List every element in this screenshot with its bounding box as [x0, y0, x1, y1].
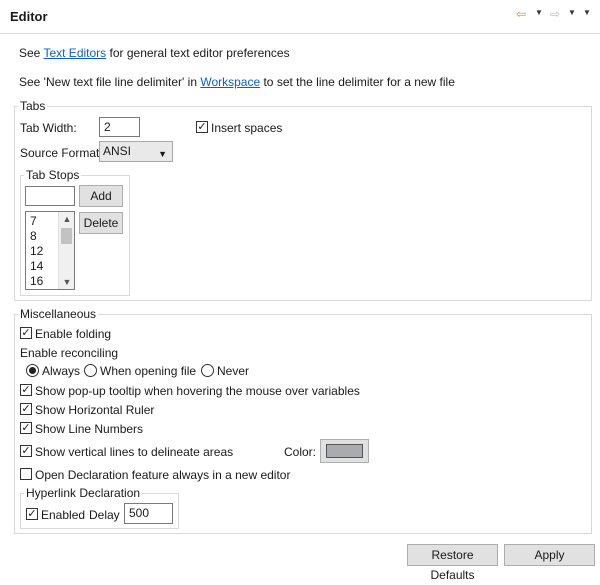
- hyperlink-enabled-label: Enabled: [41, 508, 86, 522]
- view-menu-icon[interactable]: ▼: [583, 8, 591, 17]
- add-tab-stop-button[interactable]: Add: [79, 185, 123, 207]
- reconcile-always-radio[interactable]: [26, 364, 39, 377]
- show-vertical-lines-label: Show vertical lines to delineate areas: [35, 445, 234, 459]
- chevron-down-icon: ▼: [158, 149, 167, 159]
- forward-arrow-icon[interactable]: ⇨: [550, 7, 560, 21]
- enable-folding-label: Enable folding: [35, 327, 112, 341]
- workspace-link[interactable]: Workspace: [200, 75, 260, 89]
- enable-folding-checkbox[interactable]: ✓: [20, 327, 32, 339]
- show-popup-tooltip-label: Show pop-up tooltip when hovering the mo…: [35, 384, 360, 398]
- back-dropdown-icon[interactable]: ▼: [535, 8, 543, 17]
- back-arrow-icon[interactable]: ⇦: [516, 7, 526, 21]
- enable-reconciling-label: Enable reconciling: [20, 346, 119, 360]
- tab-stop-input[interactable]: [25, 186, 75, 206]
- open-declaration-checkbox[interactable]: [20, 468, 32, 480]
- tab-stops-list[interactable]: 7 8 12 14 16 ▲ ▼: [25, 211, 75, 290]
- color-swatch: [326, 444, 363, 458]
- color-label: Color:: [284, 445, 317, 459]
- reconcile-never-label: Never: [217, 364, 250, 378]
- hyperlink-delay-input[interactable]: 500: [124, 503, 173, 524]
- tab-width-input[interactable]: 2: [99, 117, 140, 137]
- restore-defaults-button[interactable]: Restore Defaults: [407, 544, 498, 582]
- show-line-numbers-checkbox[interactable]: ✓: [20, 422, 32, 434]
- apply-button[interactable]: Apply: [504, 544, 595, 566]
- reconcile-when-opening-radio[interactable]: [84, 364, 97, 377]
- miscellaneous-group-title: Miscellaneous: [18, 307, 99, 321]
- list-item[interactable]: 14: [26, 259, 60, 274]
- text-editors-link[interactable]: Text Editors: [43, 46, 106, 60]
- hyperlink-delay-label: Delay: [89, 508, 120, 522]
- show-popup-tooltip-checkbox[interactable]: ✓: [20, 384, 32, 396]
- intro-line-2-suffix: to set the line delimiter for a new file: [260, 75, 455, 89]
- source-format-label: Source Format:: [20, 146, 103, 160]
- intro-line-2-prefix: See 'New text file line delimiter' in: [19, 75, 201, 89]
- intro-line-1-prefix: See: [19, 46, 44, 60]
- scroll-down-icon[interactable]: ▼: [59, 275, 74, 289]
- show-line-numbers-label: Show Line Numbers: [35, 422, 144, 436]
- hyperlink-enabled-checkbox[interactable]: ✓: [26, 508, 38, 520]
- source-format-select[interactable]: ANSI ▼: [99, 141, 173, 162]
- tabs-group-title: Tabs: [18, 99, 48, 113]
- show-horizontal-ruler-checkbox[interactable]: ✓: [20, 403, 32, 415]
- reconcile-always-label: Always: [42, 364, 81, 378]
- header-divider: [0, 33, 600, 34]
- forward-dropdown-icon[interactable]: ▼: [568, 8, 576, 17]
- scroll-up-icon[interactable]: ▲: [59, 212, 74, 226]
- intro-line-1-suffix: for general text editor preferences: [106, 46, 290, 60]
- hyperlink-declaration-group-title: Hyperlink Declaration: [24, 486, 143, 500]
- scroll-thumb[interactable]: [61, 228, 72, 244]
- page-title: Editor: [10, 9, 48, 24]
- insert-spaces-checkbox[interactable]: ✓: [196, 121, 208, 133]
- delete-tab-stop-button[interactable]: Delete: [79, 212, 123, 234]
- list-item[interactable]: 7: [26, 214, 60, 229]
- color-picker-button[interactable]: [320, 439, 369, 463]
- list-scrollbar[interactable]: ▲ ▼: [58, 212, 74, 289]
- intro-line-1: See Text Editors for general text editor…: [19, 46, 290, 60]
- tab-width-label: Tab Width:: [20, 121, 77, 135]
- intro-line-2: See 'New text file line delimiter' in Wo…: [19, 75, 455, 89]
- list-item[interactable]: 8: [26, 229, 60, 244]
- tab-stops-group-title: Tab Stops: [24, 168, 82, 182]
- show-vertical-lines-checkbox[interactable]: ✓: [20, 445, 32, 457]
- list-item[interactable]: 12: [26, 244, 60, 259]
- list-item[interactable]: 16: [26, 274, 60, 289]
- insert-spaces-label: Insert spaces: [211, 121, 283, 135]
- open-declaration-label: Open Declaration feature always in a new…: [35, 468, 291, 482]
- reconcile-when-opening-label: When opening file: [100, 364, 197, 378]
- show-horizontal-ruler-label: Show Horizontal Ruler: [35, 403, 155, 417]
- reconcile-never-radio[interactable]: [201, 364, 214, 377]
- source-format-value: ANSI: [103, 144, 132, 158]
